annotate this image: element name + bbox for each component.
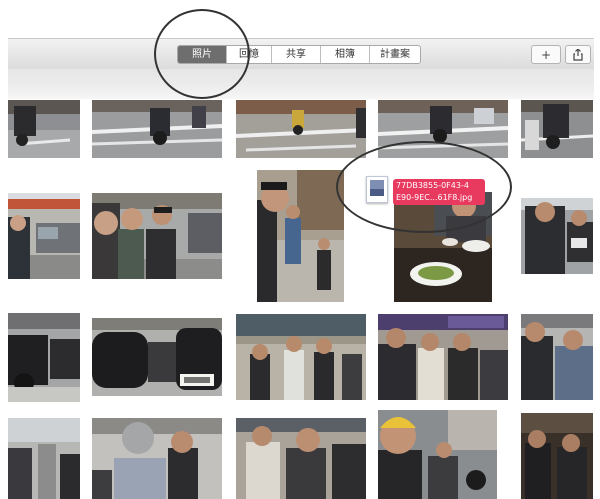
photo-thumbnail[interactable] (521, 314, 593, 400)
photo-thumbnail[interactable] (236, 100, 366, 158)
toolbar-shadow (8, 69, 594, 99)
drag-preview-thumbnail (366, 176, 388, 203)
drag-filename-badge: 77DB3855-0F43-4 E90-9EC...61F8.jpg (393, 179, 485, 205)
view-tabs: 照片 回憶 共享 相簿 計畫案 (177, 45, 421, 64)
photo-thumbnail[interactable] (257, 170, 344, 302)
photo-thumbnail[interactable] (92, 418, 222, 499)
drag-filename-line2: E90-9EC...61F8.jpg (396, 193, 473, 202)
photo-thumbnail[interactable] (92, 318, 222, 396)
photo-thumbnail[interactable] (8, 100, 80, 158)
photo-thumbnail[interactable] (521, 413, 593, 499)
photo-thumbnail[interactable] (521, 198, 593, 274)
photo-thumbnail[interactable] (92, 100, 222, 158)
photo-thumbnail[interactable] (236, 418, 366, 499)
photo-thumbnail[interactable] (378, 410, 497, 499)
photo-thumbnail[interactable] (8, 418, 80, 499)
share-icon (573, 48, 583, 61)
photo-thumbnail[interactable] (521, 100, 593, 158)
tab-projects[interactable]: 計畫案 (370, 46, 420, 63)
photo-thumbnail[interactable] (92, 193, 222, 279)
photo-thumbnail[interactable] (8, 193, 80, 279)
tab-photos[interactable]: 照片 (178, 46, 227, 63)
tab-memories[interactable]: 回憶 (227, 46, 272, 63)
photo-thumbnail[interactable] (8, 313, 80, 402)
photo-thumbnail[interactable] (236, 314, 366, 400)
photo-thumbnail[interactable] (394, 192, 492, 302)
photo-thumbnail[interactable] (378, 314, 508, 400)
add-button[interactable]: + (531, 45, 561, 64)
tab-shared[interactable]: 共享 (272, 46, 321, 63)
photo-thumbnail[interactable] (378, 100, 508, 158)
add-label: + (540, 47, 552, 62)
tab-albums[interactable]: 相簿 (321, 46, 370, 63)
drag-filename-line1: 77DB3855-0F43-4 (396, 181, 469, 190)
share-button[interactable] (565, 45, 591, 64)
